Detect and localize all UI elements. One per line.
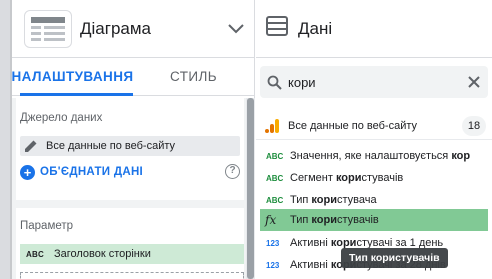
field-count-badge: 18: [462, 116, 486, 136]
text-type-icon: ABC: [266, 195, 284, 205]
data-header: Дані: [256, 0, 492, 58]
field-item[interactable]: ABC Сегмент користувачів: [260, 167, 488, 189]
calculated-field-icon: fx: [265, 213, 277, 227]
search-match-highlight: кор: [451, 150, 471, 162]
tab-style[interactable]: СТИЛЬ: [133, 58, 254, 95]
data-panel-title: Дані: [298, 18, 333, 38]
table-chart-icon[interactable]: [24, 9, 72, 48]
active-tab-indicator: [20, 93, 133, 96]
chart-type-title[interactable]: Діаграма: [80, 19, 224, 39]
data-source-label: Джерело даних: [20, 112, 103, 124]
field-item[interactable]: fx Тип користувачів: [260, 209, 488, 231]
field-name-text: стувачів: [361, 172, 404, 184]
chart-header: Діаграма: [12, 0, 254, 58]
text-type-icon: ABC: [26, 249, 44, 259]
field-name: Тип користувачів: [290, 214, 379, 226]
field-name-text: Сегмент: [290, 172, 336, 184]
config-area: Джерело даних Все данные по веб-сайту + …: [12, 98, 255, 279]
field-name: Сегмент користувачів: [290, 172, 403, 184]
field-name-text: Активні: [290, 259, 331, 271]
data-source-name: Все данные по веб-сайту: [46, 140, 176, 152]
plus-circle-icon: +: [20, 164, 35, 180]
properties-tabs: НАЛАШТУВАННЯ СТИЛЬ: [12, 58, 254, 96]
field-item[interactable]: ABC Значення, яке налаштовується кор: [260, 145, 488, 167]
help-icon[interactable]: ?: [225, 164, 240, 179]
field-name-text: стувачів: [336, 214, 379, 226]
data-source-header[interactable]: Все данные по веб-сайту 18: [256, 112, 492, 140]
close-icon[interactable]: [466, 74, 482, 90]
data-source-row[interactable]: Все данные по веб-сайту: [20, 136, 240, 156]
search-match-highlight: кори: [335, 172, 362, 184]
field-name-text: Тип: [290, 194, 312, 206]
number-type-icon: 123: [266, 260, 280, 270]
search-icon: [262, 75, 286, 90]
text-type-icon: ABC: [266, 151, 284, 161]
search-match-highlight: кори: [311, 214, 337, 226]
chevron-down-icon[interactable]: [224, 17, 248, 41]
search-input[interactable]: [288, 74, 448, 90]
analytics-icon: [256, 118, 288, 134]
parameter-label: Параметр: [20, 220, 74, 232]
parameter-card: Параметр ABC Заголовок сторінки: [16, 208, 244, 279]
search-match-highlight: кори: [311, 194, 337, 206]
data-panel: Дані Все данные по веб-сайту 18 ABC Значе…: [256, 0, 492, 279]
parameter-field-chip[interactable]: ABC Заголовок сторінки: [20, 244, 244, 264]
field-name-text: Тип: [290, 214, 312, 226]
field-tooltip: Тип користувачів: [341, 248, 448, 268]
add-parameter-dropzone[interactable]: [20, 272, 244, 279]
left-rail: [0, 0, 12, 279]
field-name: Тип користувача: [290, 194, 377, 206]
field-name-text: Активні: [290, 237, 331, 249]
parameter-field-name: Заголовок сторінки: [53, 248, 151, 260]
blend-data-label: ОБ'ЄДНАТИ ДАНІ: [40, 166, 144, 178]
chart-properties-panel: Діаграма НАЛАШТУВАННЯ СТИЛЬ Джерело дани…: [12, 0, 255, 279]
field-search-box: [260, 66, 488, 98]
data-source-card: Джерело даних Все данные по веб-сайту + …: [16, 98, 244, 200]
field-name-text: Значення, яке налаштовується: [290, 150, 452, 162]
field-item[interactable]: ABC Тип користувача: [260, 189, 488, 211]
pencil-icon[interactable]: [20, 139, 42, 153]
source-name: Все данные по веб-сайту: [288, 119, 418, 132]
blend-data-button[interactable]: + ОБ'ЄДНАТИ ДАНІ ?: [20, 162, 240, 182]
text-type-icon: ABC: [266, 173, 284, 183]
scrollbar-thumb[interactable]: [247, 98, 254, 279]
data-table-icon: [266, 16, 288, 41]
field-name-text: стувача: [336, 194, 377, 206]
config-scroll: Джерело даних Все данные по веб-сайту + …: [12, 98, 246, 279]
tab-setup[interactable]: НАЛАШТУВАННЯ: [12, 58, 134, 95]
field-name: Значення, яке налаштовується кор: [290, 150, 470, 162]
number-type-icon: 123: [266, 238, 280, 248]
config-scrollbar[interactable]: [246, 98, 255, 279]
